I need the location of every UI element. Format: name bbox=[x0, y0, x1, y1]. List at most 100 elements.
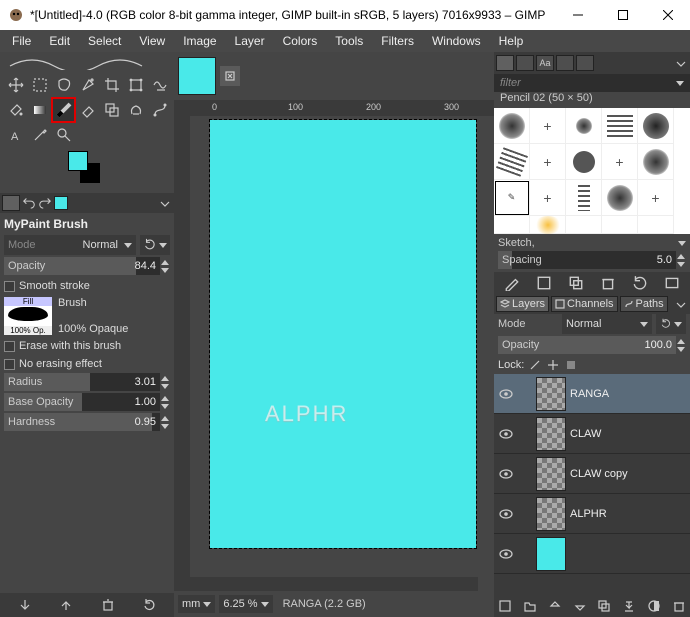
visibility-toggle-icon[interactable] bbox=[498, 506, 514, 522]
no-erasing-checkbox[interactable]: No erasing effect bbox=[4, 355, 170, 373]
new-brush-icon[interactable] bbox=[536, 275, 552, 291]
layer-opacity-slider[interactable]: Opacity 100.0 bbox=[494, 336, 690, 354]
smooth-stroke-checkbox[interactable]: Smooth stroke bbox=[4, 277, 170, 295]
brush-filter-input[interactable]: filter bbox=[494, 74, 690, 92]
tool-gradient[interactable] bbox=[28, 98, 51, 122]
foreground-color[interactable] bbox=[68, 151, 88, 171]
layer-row[interactable]: CLAW copy bbox=[494, 454, 690, 494]
tool-move[interactable] bbox=[4, 73, 27, 97]
tool-text[interactable]: A bbox=[4, 123, 27, 147]
layer-name[interactable]: ALPHR bbox=[570, 508, 607, 520]
brush-grid[interactable]: + + + ✎ + + bbox=[494, 108, 690, 234]
brushes-dock-menu-icon[interactable] bbox=[674, 56, 688, 70]
menu-view[interactable]: View bbox=[131, 32, 173, 50]
layer-row[interactable]: ALPHR bbox=[494, 494, 690, 534]
tab-patterns[interactable] bbox=[516, 55, 534, 71]
layer-mode-reset[interactable] bbox=[656, 314, 686, 334]
lower-layer-icon[interactable] bbox=[573, 599, 587, 613]
layer-name[interactable]: CLAW copy bbox=[570, 468, 628, 480]
base-opacity-slider[interactable]: Base Opacity 1.00 bbox=[4, 393, 170, 411]
opacity-slider[interactable]: Opacity 84.4 bbox=[4, 257, 170, 275]
merge-down-icon[interactable] bbox=[622, 599, 636, 613]
tab-fonts[interactable]: Aa bbox=[536, 55, 554, 71]
spacing-slider[interactable]: Spacing 5.0 bbox=[494, 252, 690, 270]
opacity-spinner[interactable] bbox=[160, 258, 170, 274]
visibility-toggle-icon[interactable] bbox=[498, 386, 514, 402]
tab-gradients[interactable] bbox=[576, 55, 594, 71]
layer-name[interactable]: CLAW bbox=[570, 428, 601, 440]
menu-filters[interactable]: Filters bbox=[373, 32, 422, 50]
layers-dock-menu-icon[interactable] bbox=[674, 297, 688, 311]
spacing-spinner[interactable] bbox=[676, 252, 686, 268]
menu-colors[interactable]: Colors bbox=[275, 32, 326, 50]
radius-spinner[interactable] bbox=[160, 374, 170, 390]
undo-history-icon[interactable] bbox=[22, 195, 36, 212]
active-color-chip[interactable] bbox=[54, 196, 68, 210]
duplicate-brush-icon[interactable] bbox=[568, 275, 584, 291]
tool-clone[interactable] bbox=[100, 98, 123, 122]
erase-with-brush-checkbox[interactable]: Erase with this brush bbox=[4, 337, 170, 355]
image-tab-thumbnail[interactable] bbox=[178, 57, 216, 95]
layer-row[interactable]: RANGA bbox=[494, 374, 690, 414]
tool-free-select[interactable] bbox=[52, 73, 75, 97]
visibility-toggle-icon[interactable] bbox=[498, 466, 514, 482]
tool-color-picker[interactable] bbox=[28, 123, 51, 147]
fg-bg-swatch[interactable] bbox=[68, 151, 108, 187]
close-button[interactable] bbox=[645, 0, 690, 30]
menu-file[interactable]: File bbox=[4, 32, 39, 50]
tab-layers[interactable]: Layers bbox=[496, 296, 549, 312]
delete-brush-icon[interactable] bbox=[600, 275, 616, 291]
lock-alpha-icon[interactable] bbox=[564, 358, 578, 372]
refresh-brushes-icon[interactable] bbox=[632, 275, 648, 291]
tool-bucket-fill[interactable] bbox=[4, 98, 27, 122]
canvas-viewport[interactable]: ALPHR bbox=[190, 116, 494, 577]
layer-row[interactable] bbox=[494, 534, 690, 574]
tool-zoom[interactable] bbox=[52, 123, 75, 147]
redo-history-icon[interactable] bbox=[38, 195, 52, 212]
menu-image[interactable]: Image bbox=[175, 32, 224, 50]
canvas[interactable] bbox=[210, 120, 476, 548]
visibility-toggle-icon[interactable] bbox=[498, 426, 514, 442]
tool-fuzzy-select[interactable] bbox=[76, 73, 99, 97]
restore-preset-icon[interactable] bbox=[59, 598, 73, 612]
layer-name[interactable]: RANGA bbox=[570, 388, 609, 400]
layer-row[interactable]: CLAW bbox=[494, 414, 690, 454]
dock-menu-icon[interactable] bbox=[158, 196, 172, 210]
new-layer-icon[interactable] bbox=[498, 599, 512, 613]
tool-paths[interactable] bbox=[148, 98, 171, 122]
blend-mode-dropdown[interactable]: Mode Normal bbox=[4, 235, 136, 255]
tool-warp[interactable] bbox=[148, 73, 171, 97]
tab-paths[interactable]: Paths bbox=[620, 296, 668, 312]
delete-preset-icon[interactable] bbox=[101, 598, 115, 612]
visibility-toggle-icon[interactable] bbox=[498, 546, 514, 562]
tool-eraser[interactable] bbox=[76, 98, 99, 122]
save-preset-icon[interactable] bbox=[18, 598, 32, 612]
maximize-button[interactable] bbox=[600, 0, 645, 30]
menu-windows[interactable]: Windows bbox=[424, 32, 489, 50]
tool-crop[interactable] bbox=[100, 73, 123, 97]
raise-layer-icon[interactable] bbox=[548, 599, 562, 613]
tool-transform[interactable] bbox=[124, 73, 147, 97]
horizontal-scrollbar[interactable] bbox=[190, 577, 478, 591]
brush-preview[interactable]: Fill 100% Op. bbox=[4, 297, 52, 335]
lock-pixels-icon[interactable] bbox=[528, 358, 542, 372]
tab-history[interactable] bbox=[556, 55, 574, 71]
tool-mypaint-brush[interactable] bbox=[52, 98, 75, 122]
zoom-dropdown[interactable]: 6.25 % bbox=[219, 595, 272, 613]
tool-smudge[interactable] bbox=[124, 98, 147, 122]
base-opacity-spinner[interactable] bbox=[160, 394, 170, 410]
mask-layer-icon[interactable] bbox=[647, 599, 661, 613]
horizontal-ruler[interactable]: 0 100 200 300 bbox=[190, 100, 494, 116]
lock-position-icon[interactable] bbox=[546, 358, 560, 372]
image-tab-close-button[interactable] bbox=[220, 66, 240, 86]
menu-tools[interactable]: Tools bbox=[327, 32, 371, 50]
menu-edit[interactable]: Edit bbox=[41, 32, 78, 50]
unit-dropdown[interactable]: mm bbox=[178, 595, 215, 613]
tab-tool-options[interactable] bbox=[2, 195, 20, 211]
open-as-image-icon[interactable] bbox=[664, 275, 680, 291]
edit-brush-icon[interactable] bbox=[504, 275, 520, 291]
hardness-spinner[interactable] bbox=[160, 414, 170, 430]
radius-slider[interactable]: Radius 3.01 bbox=[4, 373, 170, 391]
brush-category-dropdown[interactable]: Sketch, bbox=[494, 234, 690, 252]
menu-select[interactable]: Select bbox=[80, 32, 129, 50]
